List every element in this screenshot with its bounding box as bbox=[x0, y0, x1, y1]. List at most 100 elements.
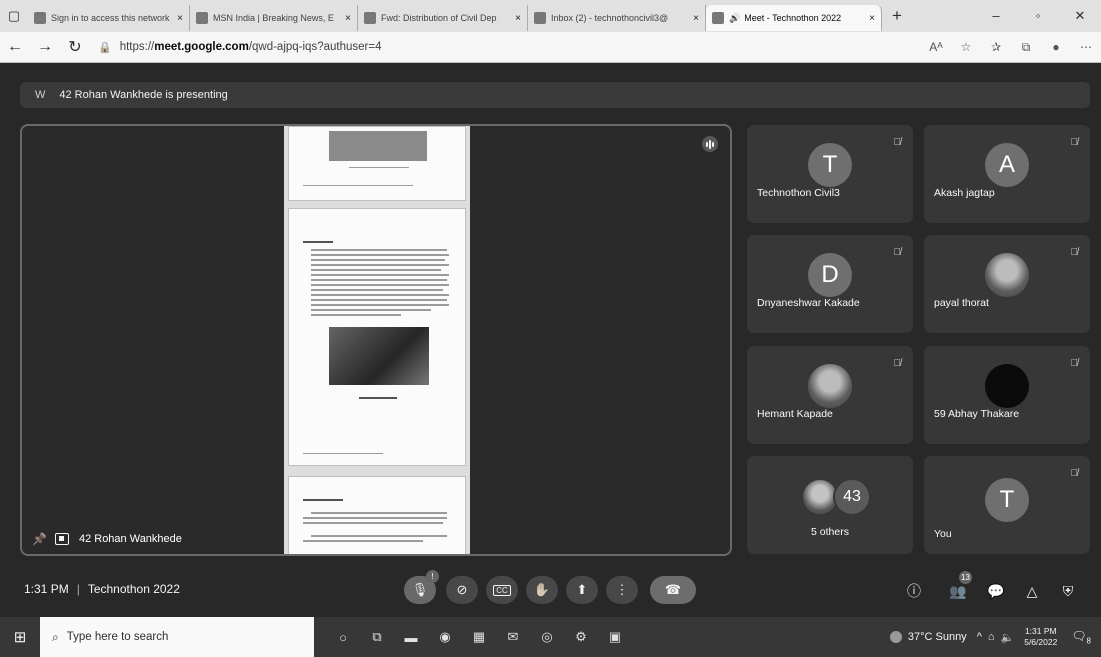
captions-button[interactable]: CC bbox=[486, 576, 518, 604]
url-field[interactable]: 🔒 https://meet.google.com/qwd-ajpq-iqs?a… bbox=[98, 36, 838, 58]
others-tile[interactable]: 43 5 others bbox=[747, 456, 913, 554]
chat-button[interactable]: 💬 bbox=[984, 580, 1008, 602]
close-window-icon[interactable]: ✕ bbox=[1059, 8, 1101, 24]
close-tab-icon[interactable]: × bbox=[339, 13, 351, 24]
lock-icon: 🔒 bbox=[98, 41, 112, 54]
meeting-details-button[interactable]: ⓘ bbox=[902, 580, 926, 602]
minimize-icon[interactable]: – bbox=[975, 8, 1017, 24]
avatar: T bbox=[808, 143, 852, 187]
participant-tile[interactable]: 🎙̸ Hemant Kapade bbox=[747, 346, 913, 444]
footnote-line bbox=[303, 453, 383, 454]
close-tab-icon[interactable]: × bbox=[687, 13, 699, 24]
more-options-icon[interactable]: ⋯ bbox=[1071, 40, 1101, 54]
mic-off-icon: 🎙̸ bbox=[893, 247, 902, 258]
text-line bbox=[311, 269, 441, 271]
participant-name: Technothon Civil3 bbox=[757, 187, 840, 199]
tab-gmail-inbox[interactable]: Inbox (2) - technothoncivil3@ × bbox=[528, 5, 706, 31]
camera-off-icon: ⊘ bbox=[456, 582, 468, 597]
participant-tile[interactable]: 🎙̸ 59 Abhay Thakare bbox=[924, 346, 1090, 444]
text-line bbox=[311, 249, 447, 251]
figure-caption-line bbox=[359, 397, 397, 399]
msn-icon bbox=[196, 12, 208, 24]
favorites-list-icon[interactable]: ✰ bbox=[981, 40, 1011, 54]
divider: | bbox=[76, 582, 80, 596]
edge-icon[interactable]: ◉ bbox=[428, 629, 462, 645]
people-button[interactable]: 👥 13 bbox=[946, 571, 972, 602]
activities-icon: △ bbox=[1026, 582, 1038, 599]
tab-actions-icon[interactable]: ▢ bbox=[0, 4, 28, 28]
presenting-text: 42 Rohan Wankhede is presenting bbox=[59, 89, 228, 101]
taskbar-search[interactable]: ⌕ Type here to search bbox=[40, 617, 314, 657]
favorite-star-icon[interactable]: ☆ bbox=[951, 40, 981, 54]
close-tab-icon[interactable]: × bbox=[171, 13, 183, 24]
tab-network-signin[interactable]: Sign in to access this network × bbox=[28, 5, 190, 31]
tab-gmail-fwd[interactable]: Fwd: Distribution of Civil Dep × bbox=[358, 5, 528, 31]
text-line bbox=[311, 264, 449, 266]
notification-count: 8 bbox=[1086, 636, 1091, 646]
heading-line bbox=[303, 241, 333, 243]
meeting-info: 1:31 PM | Technothon 2022 bbox=[24, 582, 180, 596]
participant-tile[interactable]: 🎙̸ A Akash jagtap bbox=[924, 125, 1090, 223]
text-line bbox=[311, 294, 449, 296]
presenter-initial: W bbox=[35, 89, 46, 101]
participant-tile[interactable]: 🎙̸ D Dnyaneshwar Kakade bbox=[747, 235, 913, 333]
host-controls-button[interactable]: ⛨ bbox=[1056, 580, 1080, 602]
settings-gear-icon[interactable]: ⚙ bbox=[564, 629, 598, 645]
pin-icon[interactable]: 📌 bbox=[32, 532, 47, 546]
task-view-icon[interactable]: ⧉ bbox=[360, 629, 394, 645]
taskbar-app-icon[interactable]: ▣ bbox=[598, 629, 632, 645]
windows-start-icon[interactable]: ⊞ bbox=[0, 628, 40, 646]
close-tab-icon[interactable]: × bbox=[863, 13, 875, 24]
participant-tile[interactable]: 🎙̸ payal thorat bbox=[924, 235, 1090, 333]
volume-icon[interactable]: 🔈 bbox=[1001, 631, 1015, 644]
tab-meet[interactable]: 🔊 Meet - Technothon 2022 × bbox=[706, 5, 882, 31]
network-icon[interactable]: ⌂ bbox=[988, 631, 995, 643]
document-figure bbox=[329, 131, 427, 161]
meeting-title: Technothon 2022 bbox=[87, 582, 180, 596]
cortana-icon[interactable]: ○ bbox=[326, 630, 360, 645]
mail-icon[interactable]: ✉ bbox=[496, 629, 530, 645]
captions-icon: CC bbox=[493, 584, 511, 596]
chrome-icon[interactable]: ◎ bbox=[530, 629, 564, 645]
mic-toggle-button[interactable]: 🎙 ! bbox=[404, 570, 439, 604]
calendar-app-icon[interactable]: ▦ bbox=[462, 629, 496, 645]
self-tile[interactable]: 🎙̸ T You bbox=[924, 456, 1090, 554]
tray-chevron-icon[interactable]: ^ bbox=[977, 631, 982, 643]
participant-name: You bbox=[934, 528, 952, 540]
maximize-icon[interactable]: ◦ bbox=[1017, 8, 1059, 24]
close-tab-icon[interactable]: × bbox=[509, 13, 521, 24]
url-host: meet.google.com bbox=[154, 41, 249, 53]
collections-icon[interactable]: ⧉ bbox=[1011, 40, 1041, 55]
more-options-button[interactable]: ⋮ bbox=[606, 576, 638, 604]
windows-taskbar: ⊞ ⌕ Type here to search ○ ⧉ ▬ ◉ ▦ ✉ ◎ ⚙ … bbox=[0, 617, 1101, 657]
refresh-icon[interactable]: ↻ bbox=[60, 37, 90, 57]
new-tab-button[interactable]: + bbox=[882, 6, 912, 26]
participant-name: payal thorat bbox=[934, 297, 989, 309]
taskbar-clock[interactable]: 1:31 PM 5/6/2022 bbox=[1024, 626, 1057, 648]
avatar-photo bbox=[808, 364, 852, 408]
mic-off-icon: 🎙̸ bbox=[893, 358, 902, 369]
back-icon[interactable]: ← bbox=[0, 38, 30, 56]
text-line bbox=[303, 540, 423, 542]
text-line bbox=[311, 259, 445, 261]
raise-hand-button[interactable]: ✋ bbox=[526, 576, 558, 604]
camera-toggle-button[interactable]: ⊘ bbox=[446, 576, 478, 604]
taskbar-app-icon[interactable]: ▬ bbox=[394, 630, 428, 645]
activities-button[interactable]: △ bbox=[1020, 580, 1044, 602]
weather-text[interactable]: 37°C Sunny bbox=[908, 631, 967, 643]
more-vert-icon: ⋮ bbox=[615, 582, 629, 597]
avatar: D bbox=[808, 253, 852, 297]
others-count: 43 bbox=[833, 478, 871, 516]
text-line bbox=[303, 522, 443, 524]
read-aloud-icon[interactable]: Aᴬ bbox=[921, 40, 951, 54]
forward-icon[interactable]: → bbox=[30, 38, 60, 56]
notifications-icon[interactable]: 🗨8 bbox=[1071, 629, 1091, 645]
profile-avatar[interactable]: ● bbox=[1041, 40, 1071, 54]
tab-msn[interactable]: MSN India | Breaking News, E × bbox=[190, 5, 358, 31]
speaker-icon: 🔊 bbox=[729, 12, 741, 23]
shared-screen[interactable]: 📌 42 Rohan Wankhede bbox=[20, 124, 732, 556]
present-now-button[interactable]: ⬆ bbox=[566, 576, 598, 604]
participant-tile[interactable]: 🎙̸ T Technothon Civil3 bbox=[747, 125, 913, 223]
mic-warning-badge: ! bbox=[426, 570, 439, 583]
leave-call-button[interactable]: ☎ bbox=[650, 576, 696, 604]
